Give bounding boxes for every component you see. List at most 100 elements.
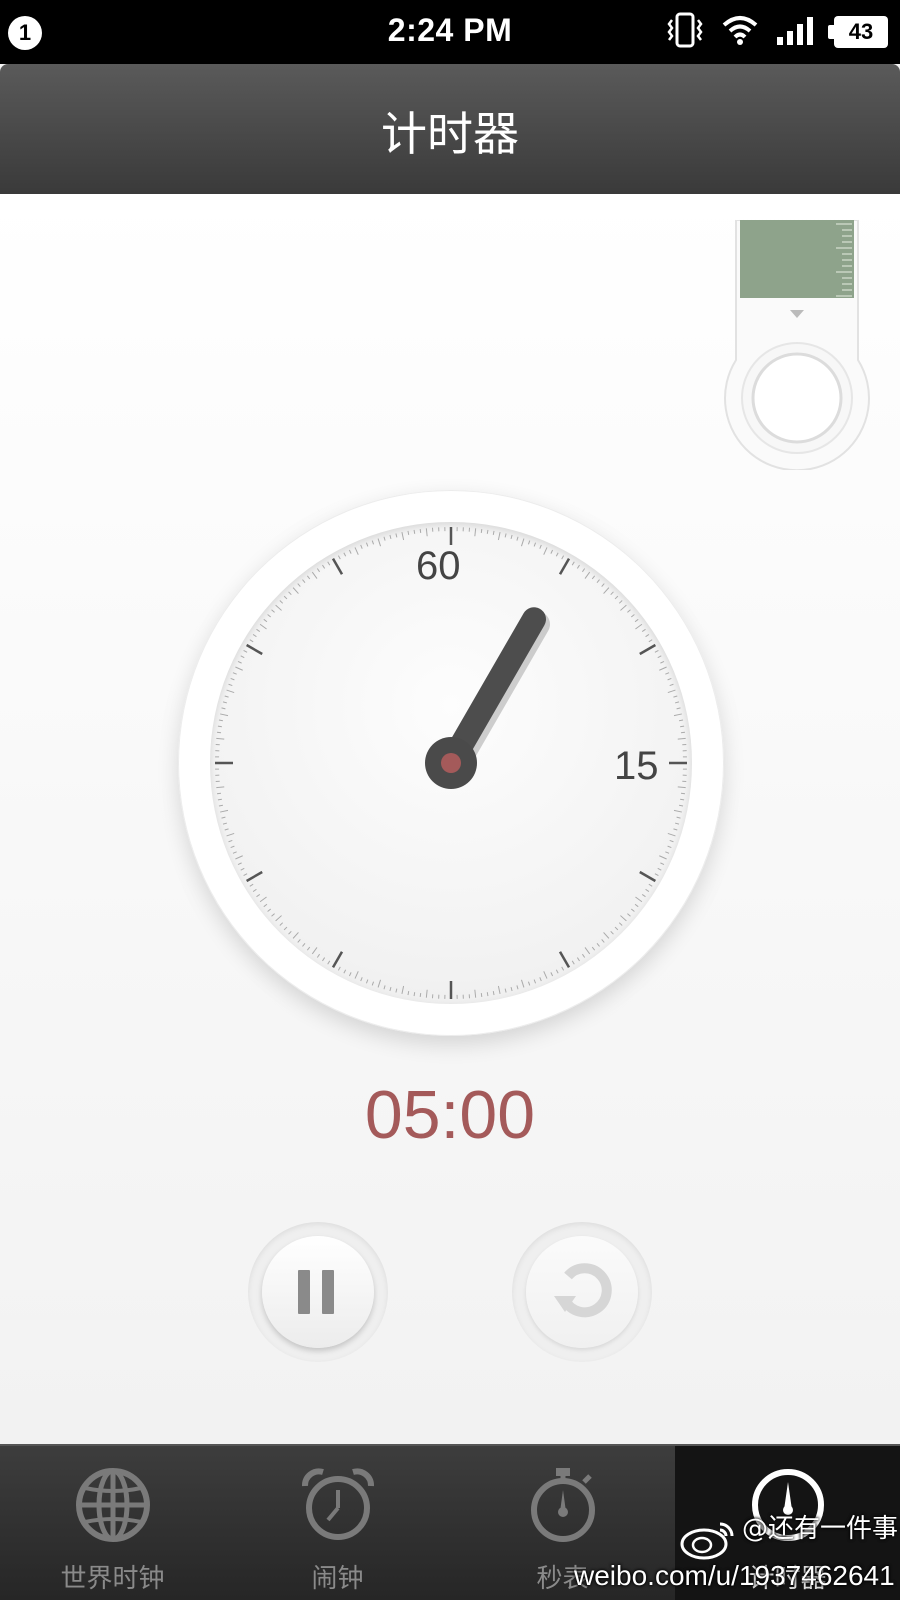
- dial-minor-tick: [677, 786, 686, 789]
- dial-minor-tick: [657, 655, 662, 659]
- dial-minor-tick: [389, 986, 392, 992]
- dial-minor-tick: [224, 695, 229, 698]
- dial-minor-tick: [676, 816, 681, 819]
- reset-button[interactable]: [512, 1222, 652, 1362]
- pause-button[interactable]: [248, 1222, 388, 1362]
- dial-minor-tick: [641, 893, 646, 898]
- dial-minor-tick: [263, 618, 268, 623]
- dial-minor-tick: [596, 942, 600, 947]
- dial-minor-tick: [407, 530, 410, 535]
- dial-minor-tick: [354, 971, 359, 979]
- dial-minor-tick: [634, 618, 639, 623]
- dial-minor-tick: [220, 809, 229, 813]
- dial-minor-tick: [673, 713, 682, 717]
- dial-minor-tick: [316, 953, 321, 958]
- dial-minor-tick: [322, 564, 326, 569]
- dial-minor-tick: [614, 926, 619, 931]
- dial-minor-tick: [302, 942, 306, 947]
- dial-minor-tick: [271, 609, 275, 613]
- dial-minor-tick: [669, 839, 674, 843]
- pause-icon: [298, 1270, 334, 1314]
- tab-world-clock[interactable]: 世界时钟: [0, 1446, 225, 1600]
- dial-minor-tick: [581, 568, 586, 573]
- title-bar: 计时器: [0, 64, 900, 194]
- dial-minor-tick: [306, 575, 311, 580]
- dial-label-15: 15: [614, 744, 659, 788]
- dial-minor-tick: [425, 528, 428, 537]
- dial-minor-tick: [645, 634, 650, 638]
- dial-minor-tick: [237, 862, 242, 866]
- dial-minor-tick: [550, 549, 554, 554]
- dial-minor-tick: [596, 579, 600, 584]
- dial-minor-tick: [667, 677, 672, 681]
- dial-minor-tick: [555, 969, 559, 974]
- dial-minor-tick: [365, 979, 369, 984]
- dial-minor-tick: [520, 979, 525, 988]
- tab-alarm[interactable]: 闹钟: [225, 1446, 450, 1600]
- dial-minor-tick: [425, 989, 428, 998]
- dial-minor-tick: [259, 623, 267, 630]
- tab-label: 世界时钟: [60, 1564, 165, 1594]
- pause-button-face: [262, 1236, 374, 1348]
- dial-minor-tick: [235, 855, 243, 860]
- preset-duration-handle[interactable]: [722, 219, 872, 474]
- dial-minor-tick: [480, 528, 483, 534]
- dial-minor-tick: [620, 604, 627, 611]
- dial-minor-tick: [497, 532, 501, 541]
- dial-minor-tick: [371, 540, 375, 545]
- dial-minor-tick: [571, 561, 575, 566]
- dial-minor-tick: [634, 903, 639, 908]
- dial-minor-tick: [654, 873, 659, 877]
- dial-minor-tick: [603, 932, 610, 939]
- dial-minor-tick: [520, 538, 525, 547]
- dial-minor-tick: [249, 639, 254, 643]
- reset-icon: [554, 1263, 612, 1318]
- alarm-clock-icon: [302, 1468, 374, 1540]
- dial-major-tick: [245, 643, 263, 656]
- dial-minor-tick: [360, 977, 363, 982]
- dial-minor-tick: [283, 595, 288, 600]
- dial-minor-tick: [383, 985, 386, 990]
- dial-minor-tick: [343, 552, 347, 557]
- dial-minor-tick: [627, 913, 631, 917]
- dial-minor-tick: [474, 528, 477, 537]
- dial-minor-tick: [226, 689, 235, 694]
- dial-minor-tick: [630, 614, 635, 618]
- dial-minor-tick: [601, 583, 605, 587]
- dial-minor-tick: [413, 529, 416, 534]
- dial-minor-tick: [279, 922, 284, 926]
- globe-icon: [76, 1468, 150, 1542]
- dial-minor-tick: [327, 960, 331, 965]
- timer-dial[interactable]: 60 15: [178, 490, 724, 1036]
- dial-minor-tick: [555, 552, 559, 557]
- dial-minor-tick: [322, 957, 326, 962]
- dial-minor-tick: [660, 862, 665, 866]
- dial-minor-tick: [510, 986, 513, 992]
- dial-minor-tick: [267, 908, 272, 912]
- dial-minor-tick: [679, 719, 684, 722]
- dial-minor-tick: [395, 533, 398, 538]
- dial-minor-tick: [383, 536, 386, 541]
- dial-minor-tick: [676, 707, 681, 710]
- dial-minor-tick: [389, 534, 392, 540]
- dial-minor-tick: [659, 855, 667, 860]
- dial-minor-tick: [618, 600, 623, 604]
- dial-minor-tick: [377, 979, 382, 988]
- dial-minor-tick: [401, 985, 405, 994]
- wifi-icon: [722, 15, 758, 49]
- dial-minor-tick: [216, 792, 222, 795]
- dial-minor-tick: [679, 804, 684, 807]
- dial-minor-tick: [221, 816, 226, 819]
- dial-minor-tick: [297, 939, 301, 943]
- tab-label: 闹钟: [311, 1564, 364, 1594]
- dial-minor-tick: [288, 930, 292, 935]
- dial-minor-tick: [401, 532, 405, 541]
- dial-minor-tick: [635, 896, 643, 903]
- dial-minor-tick: [550, 972, 554, 977]
- dial-minor-tick: [561, 555, 565, 560]
- dial-minor-tick: [216, 786, 225, 789]
- dial-minor-tick: [292, 587, 299, 594]
- dial-minor-tick: [267, 614, 272, 618]
- dial-minor-tick: [665, 672, 670, 675]
- dial-minor-tick: [279, 600, 284, 604]
